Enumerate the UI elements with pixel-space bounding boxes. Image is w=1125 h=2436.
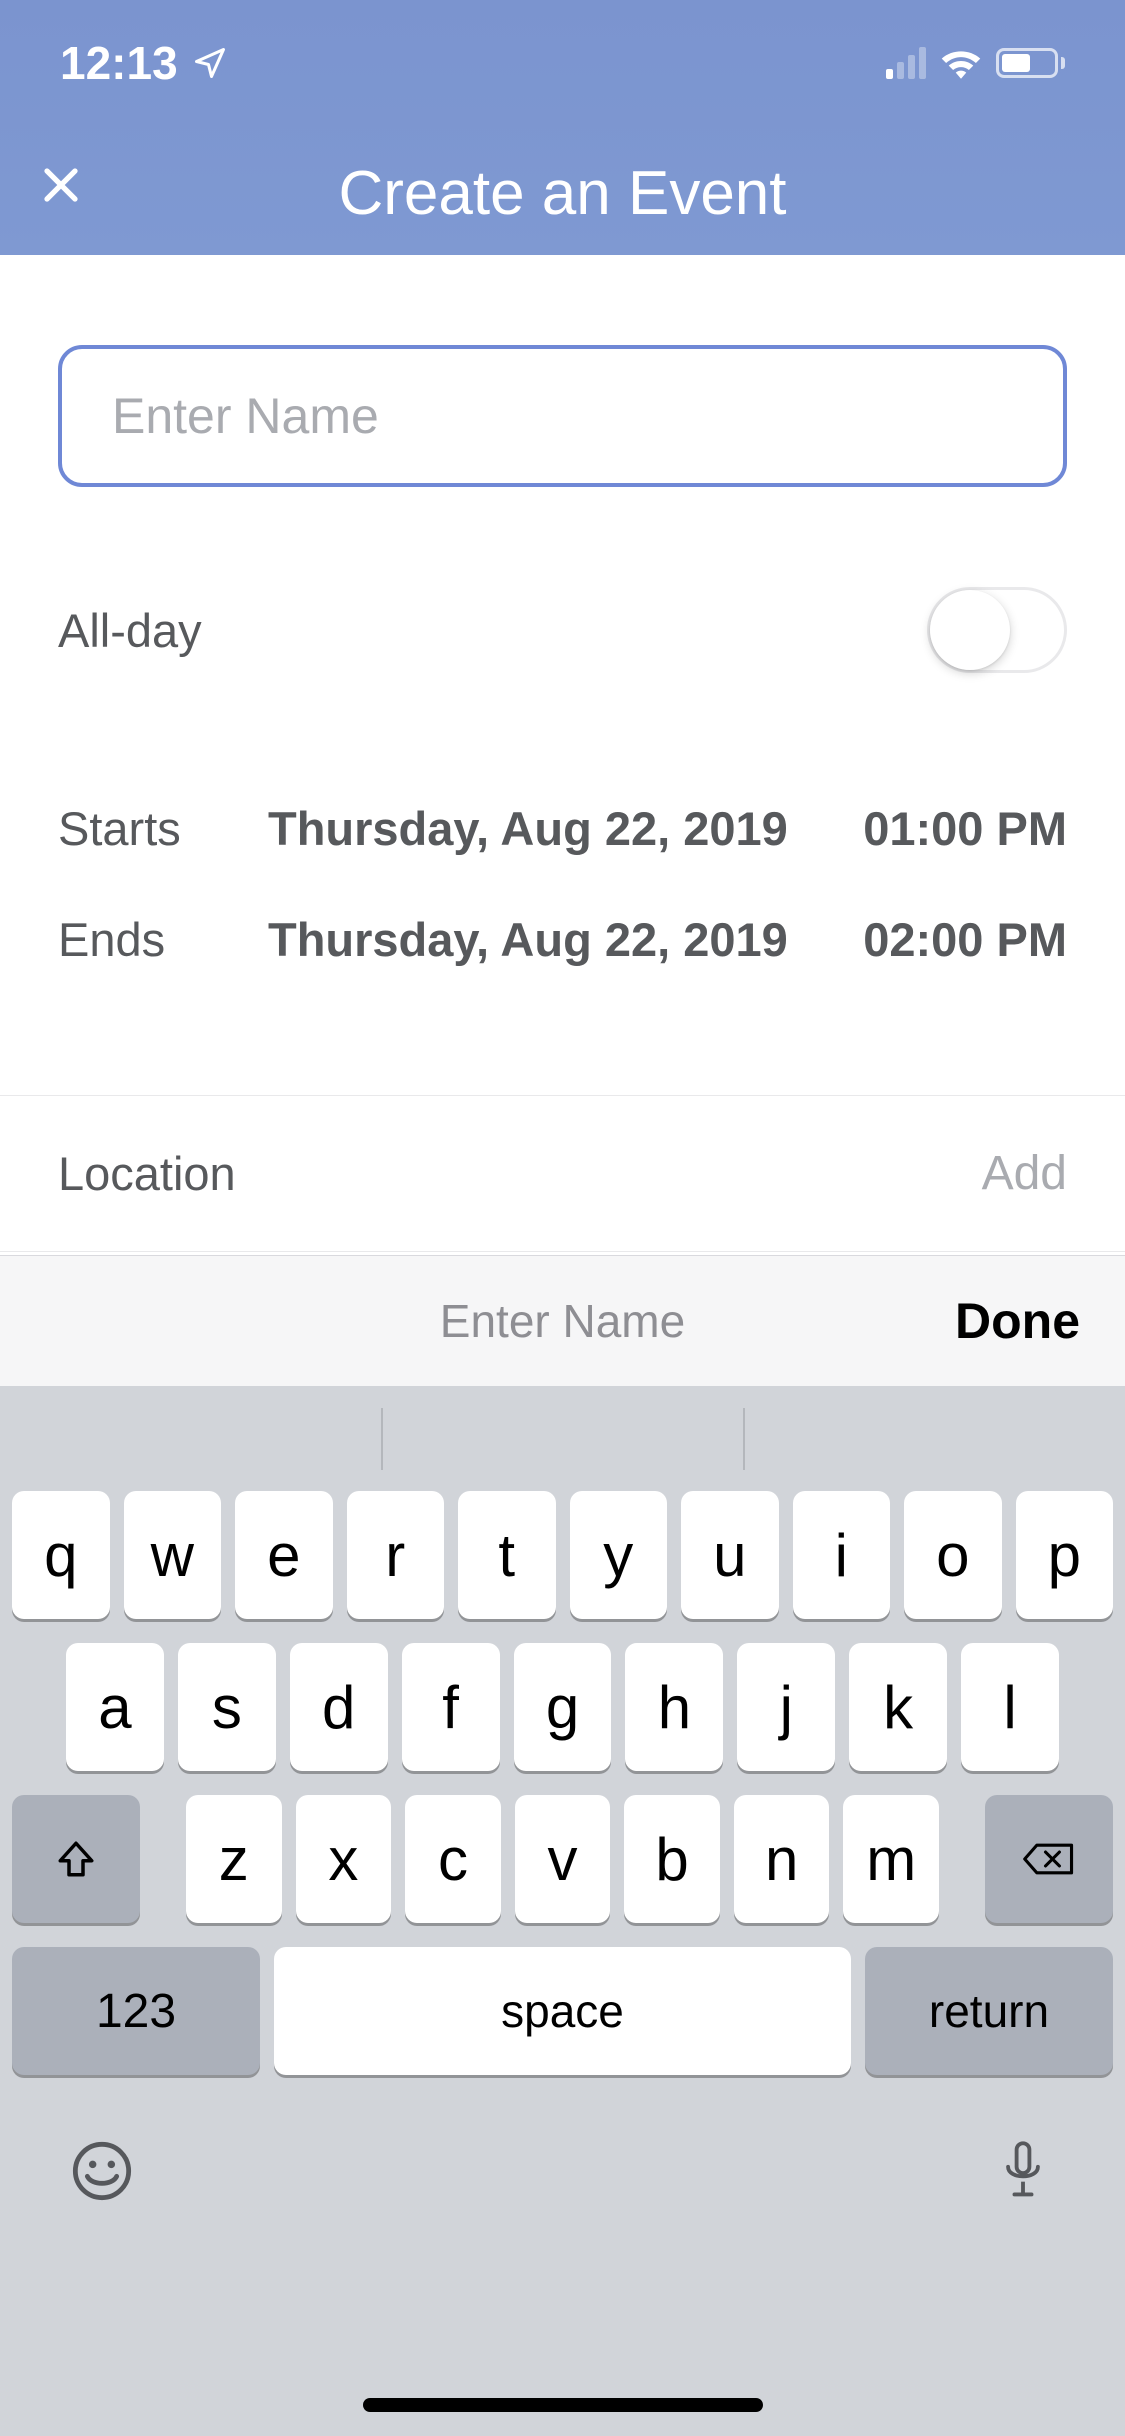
key-l[interactable]: l [961, 1643, 1059, 1771]
key-j[interactable]: j [737, 1643, 835, 1771]
key-f[interactable]: f [402, 1643, 500, 1771]
starts-row[interactable]: Starts Thursday, Aug 22, 2019 01:00 PM [58, 773, 1067, 884]
key-n[interactable]: n [734, 1795, 830, 1923]
key-b[interactable]: b [624, 1795, 720, 1923]
numbers-key[interactable]: 123 [12, 1947, 260, 2075]
status-bar: 12:13 [0, 0, 1125, 90]
key-x[interactable]: x [296, 1795, 392, 1923]
key-z[interactable]: z [186, 1795, 282, 1923]
key-w[interactable]: w [124, 1491, 222, 1619]
return-key[interactable]: return [865, 1947, 1113, 2075]
keyboard-suggestions [10, 1386, 1115, 1491]
starts-label: Starts [58, 801, 268, 856]
key-u[interactable]: u [681, 1491, 779, 1619]
key-a[interactable]: a [66, 1643, 164, 1771]
key-r[interactable]: r [347, 1491, 445, 1619]
key-d[interactable]: d [290, 1643, 388, 1771]
ends-label: Ends [58, 912, 268, 967]
keyboard-accessory-hint: Enter Name [440, 1294, 685, 1348]
page-title: Create an Event [40, 158, 1085, 229]
on-screen-keyboard: qwertyuiop asdfghjkl zxcvbnm 123 space r… [0, 1386, 1125, 2436]
backspace-icon [1023, 1840, 1075, 1878]
key-o[interactable]: o [904, 1491, 1002, 1619]
location-arrow-icon [192, 45, 228, 81]
key-v[interactable]: v [515, 1795, 611, 1923]
battery-icon [996, 48, 1065, 78]
key-p[interactable]: p [1016, 1491, 1114, 1619]
all-day-toggle[interactable] [927, 587, 1067, 673]
key-k[interactable]: k [849, 1643, 947, 1771]
location-label: Location [58, 1146, 236, 1201]
key-q[interactable]: q [12, 1491, 110, 1619]
dictation-icon[interactable] [991, 2139, 1055, 2203]
keyboard-accessory-bar: Enter Name Done [0, 1255, 1125, 1387]
ends-time: 02:00 PM [863, 912, 1067, 967]
key-t[interactable]: t [458, 1491, 556, 1619]
key-h[interactable]: h [625, 1643, 723, 1771]
emoji-icon[interactable] [70, 2139, 134, 2203]
location-add-button[interactable]: Add [982, 1146, 1067, 1201]
key-e[interactable]: e [235, 1491, 333, 1619]
navigation-bar: 12:13 Create an Event [0, 0, 1125, 255]
location-row[interactable]: Location Add [0, 1096, 1125, 1252]
starts-time: 01:00 PM [863, 801, 1067, 856]
key-s[interactable]: s [178, 1643, 276, 1771]
starts-date: Thursday, Aug 22, 2019 [268, 801, 788, 856]
backspace-key[interactable] [985, 1795, 1113, 1923]
ends-row[interactable]: Ends Thursday, Aug 22, 2019 02:00 PM [58, 884, 1067, 995]
space-key[interactable]: space [274, 1947, 851, 2075]
cell-signal-icon [886, 47, 926, 79]
event-name-input[interactable] [58, 345, 1067, 487]
ends-date: Thursday, Aug 22, 2019 [268, 912, 788, 967]
key-i[interactable]: i [793, 1491, 891, 1619]
key-c[interactable]: c [405, 1795, 501, 1923]
status-time: 12:13 [60, 36, 178, 90]
shift-key[interactable] [12, 1795, 140, 1923]
keyboard-done-button[interactable]: Done [955, 1292, 1080, 1350]
all-day-label: All-day [58, 603, 202, 658]
shift-icon [55, 1838, 97, 1880]
home-indicator[interactable] [363, 2398, 763, 2412]
key-y[interactable]: y [570, 1491, 668, 1619]
wifi-icon [940, 47, 982, 79]
key-m[interactable]: m [843, 1795, 939, 1923]
key-g[interactable]: g [514, 1643, 612, 1771]
